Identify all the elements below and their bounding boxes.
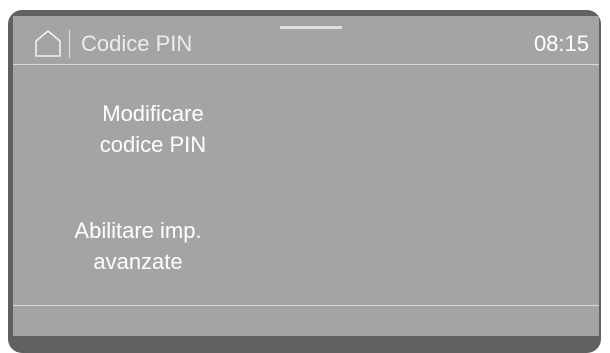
menu-item-advanced-settings[interactable]: Abilitare imp. avanzate: [43, 215, 233, 277]
header-divider: [13, 64, 599, 65]
page-title: Codice PIN: [81, 31, 193, 56]
header-bar: Codice PIN 08:15: [13, 16, 599, 64]
clock-display: 08:15: [533, 31, 589, 56]
menu-item-label-line1: Modificare: [102, 101, 204, 126]
home-icon: [35, 30, 61, 57]
menu-item-label-line1: Abilitare imp.: [74, 218, 202, 243]
menu-item-change-pin[interactable]: Modificare codice PIN: [53, 98, 253, 160]
footer-divider: [13, 305, 599, 306]
display-screen: Codice PIN 08:15 Modificare codice PIN A…: [13, 16, 599, 336]
menu-item-label-line2: avanzate: [93, 249, 183, 274]
menu-item-label-line2: codice PIN: [99, 132, 207, 157]
drag-handle[interactable]: [280, 26, 342, 29]
home-button[interactable]: [33, 29, 63, 59]
header-separator: [69, 30, 70, 58]
